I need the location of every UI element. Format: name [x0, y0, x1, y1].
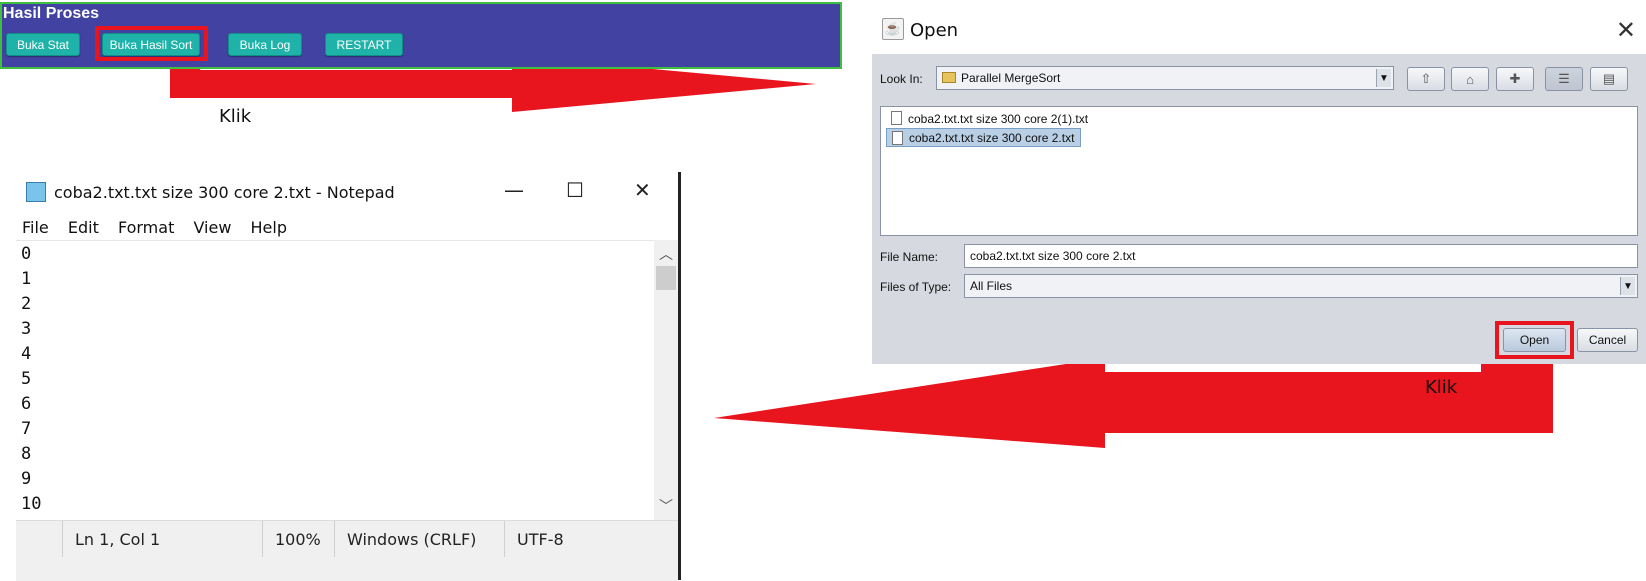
list-item-selected[interactable]: coba2.txt.txt size 300 core 2.txt — [886, 128, 1082, 147]
highlight-box — [1495, 321, 1574, 359]
status-bar: Ln 1, Col 1 100% Windows (CRLF) UTF-8 — [16, 520, 678, 581]
java-cup-icon: ☕ — [882, 18, 904, 40]
menu-edit[interactable]: Edit — [68, 218, 99, 237]
klik-label: Klik — [1425, 377, 1458, 398]
look-in-label: Look In: — [880, 72, 923, 86]
text-line: 6 — [21, 394, 32, 414]
new-folder-icon[interactable]: ✚ — [1496, 67, 1534, 91]
text-line: 5 — [21, 369, 32, 389]
menu-format[interactable]: Format — [118, 218, 174, 237]
text-line: 0 — [21, 244, 32, 264]
panel-title: Hasil Proses — [3, 5, 100, 22]
chevron-down-icon[interactable]: ▼ — [1376, 69, 1391, 87]
text-line: 4 — [21, 344, 32, 364]
file-icon — [891, 111, 902, 125]
up-folder-icon[interactable]: ⇧ — [1407, 67, 1445, 91]
details-view-icon[interactable]: ▤ — [1590, 67, 1628, 91]
highlight-box — [95, 26, 208, 61]
open-dialog: Look In: Parallel MergeSort ▼ ⇧ ⌂ ✚ ☰ ▤ … — [872, 54, 1646, 364]
scroll-down-icon[interactable]: ﹀ — [654, 496, 678, 516]
text-line: 10 — [21, 494, 42, 514]
window-title: coba2.txt.txt size 300 core 2.txt - Note… — [54, 183, 395, 202]
file-name: coba2.txt.txt size 300 core 2(1).txt — [908, 111, 1089, 126]
file-name-label: File Name: — [880, 250, 939, 264]
text-line: 1 — [21, 269, 32, 289]
buka-stat-button[interactable]: Buka Stat — [6, 33, 80, 56]
status-zoom: 100% — [262, 521, 334, 557]
cancel-button[interactable]: Cancel — [1577, 328, 1638, 352]
close-icon[interactable]: ✕ — [634, 178, 651, 202]
look-in-combo[interactable]: Parallel MergeSort ▼ — [936, 66, 1394, 90]
text-line: 2 — [21, 294, 32, 314]
menu-help[interactable]: Help — [251, 218, 287, 237]
notepad-window: coba2.txt.txt size 300 core 2.txt - Note… — [16, 172, 681, 581]
status-encoding: UTF-8 — [504, 521, 678, 557]
file-icon — [892, 131, 903, 145]
text-line: 3 — [21, 319, 32, 339]
window-edge — [678, 172, 681, 580]
buka-log-button[interactable]: Buka Log — [228, 33, 302, 56]
look-in-value: Parallel MergeSort — [961, 71, 1061, 85]
list-item[interactable]: coba2.txt.txt size 300 core 2(1).txt — [886, 109, 1094, 128]
restart-button[interactable]: RESTART — [325, 33, 403, 56]
menu-view[interactable]: View — [193, 218, 231, 237]
notepad-icon — [26, 182, 46, 202]
dialog-title: Open — [910, 20, 959, 41]
text-line: 7 — [21, 419, 32, 439]
file-name: coba2.txt.txt size 300 core 2.txt — [909, 130, 1075, 145]
folder-icon — [942, 72, 956, 83]
text-line: 9 — [21, 469, 32, 489]
hasil-proses-panel: Hasil Proses Buka Stat Buka Hasil Sort B… — [0, 2, 842, 69]
open-dialog-titlebar: ☕ Open ✕ — [872, 14, 1646, 54]
menu-bar: File Edit Format View Help — [22, 218, 301, 237]
arrow-to-notepad — [714, 352, 1553, 448]
chevron-down-icon[interactable]: ▼ — [1620, 277, 1635, 295]
text-editor[interactable]: 0 1 2 3 4 5 6 7 8 9 10 — [16, 240, 678, 521]
status-line-ending: Windows (CRLF) — [334, 521, 504, 557]
maximize-icon[interactable]: ☐ — [566, 178, 584, 202]
klik-label: Klik — [219, 106, 252, 127]
list-view-icon[interactable]: ☰ — [1545, 67, 1583, 91]
status-position: Ln 1, Col 1 — [62, 521, 262, 557]
scroll-thumb[interactable] — [656, 266, 676, 290]
minimize-icon[interactable]: — — [504, 178, 524, 202]
home-icon[interactable]: ⌂ — [1451, 67, 1489, 91]
file-name-field[interactable]: coba2.txt.txt size 300 core 2.txt — [964, 244, 1638, 268]
scroll-up-icon[interactable]: ︿ — [654, 244, 678, 264]
menu-file[interactable]: File — [22, 218, 49, 237]
close-icon[interactable]: ✕ — [1616, 16, 1636, 45]
text-line: 8 — [21, 444, 32, 464]
vertical-scrollbar[interactable]: ︿ ﹀ — [654, 240, 678, 520]
files-of-type-combo[interactable]: All Files ▼ — [964, 274, 1638, 298]
files-of-type-label: Files of Type: — [880, 280, 952, 294]
file-list[interactable]: coba2.txt.txt size 300 core 2(1).txt cob… — [880, 106, 1638, 236]
files-of-type-value: All Files — [970, 279, 1013, 293]
